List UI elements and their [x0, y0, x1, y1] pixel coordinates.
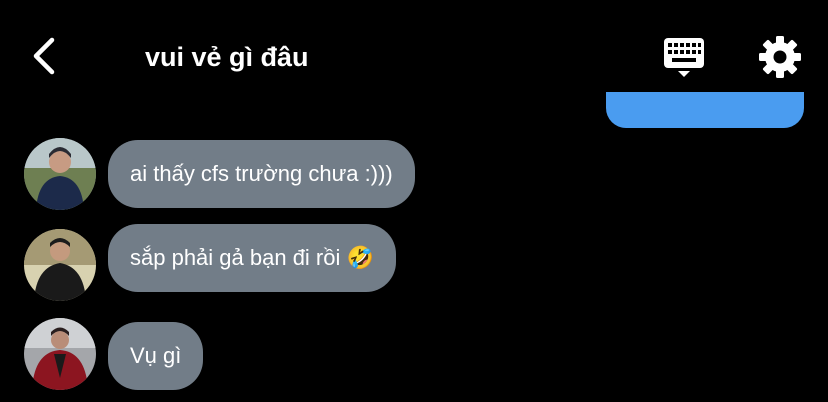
chat-title: vui vẻ gì đâu	[145, 42, 309, 72]
sent-message-bubble[interactable]	[606, 92, 804, 128]
avatar-photo	[24, 318, 96, 390]
message-row: ai thấy cfs trường chưa :)))	[0, 134, 828, 214]
avatar-photo	[24, 229, 96, 301]
gear-icon	[759, 36, 801, 78]
chat-screen: vui vẻ gì đâu ai thấy cfs trường chưa:)…	[0, 0, 828, 402]
message-row: sắp phải gả bạn đi rồi 🤣	[0, 222, 828, 302]
chevron-left-icon	[33, 37, 55, 75]
keyboard-icon	[664, 38, 704, 77]
avatar[interactable]	[24, 318, 96, 390]
avatar[interactable]	[24, 229, 96, 301]
message-text: sắp phải gả bạn đi rồi 🤣	[130, 245, 374, 270]
message-row: Vụ gì	[0, 318, 828, 398]
message-bubble[interactable]: sắp phải gả bạn đi rồi 🤣	[108, 224, 396, 292]
message-bubble[interactable]: Vụ gì	[108, 322, 204, 390]
message-bubble[interactable]: ai thấy cfs trường chưa :)))	[108, 140, 415, 208]
keyboard-button[interactable]	[660, 34, 710, 80]
avatar-photo	[24, 138, 96, 210]
settings-button[interactable]	[756, 34, 804, 80]
message-text: Vụ gì	[130, 343, 182, 368]
avatar[interactable]	[24, 138, 96, 210]
message-text: ai thấy cfs trường chưa :)))	[130, 161, 393, 186]
back-button[interactable]	[22, 32, 66, 80]
